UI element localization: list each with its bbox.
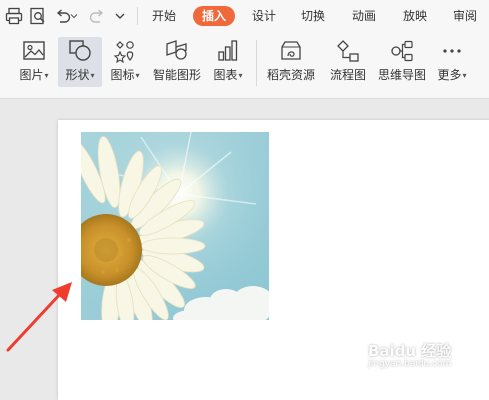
insert-flowchart-button[interactable]: 流程图: [326, 37, 370, 87]
more-button[interactable]: 更多▾: [433, 37, 471, 87]
picture-icon: [21, 39, 47, 63]
tab-home[interactable]: 开始: [145, 6, 183, 26]
tab-animations[interactable]: 动画: [345, 6, 383, 26]
chevron-down-icon: ▾: [238, 71, 243, 80]
smartart-label: 智能图形: [152, 68, 201, 82]
print-preview-icon[interactable]: [28, 6, 48, 26]
chevron-down-icon: ▾: [44, 71, 49, 80]
docer-resources-button[interactable]: 稻壳资源: [263, 37, 319, 87]
shapes-icon: [67, 39, 93, 63]
customize-quick-access-icon[interactable]: [112, 6, 128, 26]
ribbon-toolbar: 开始 插入 设计 切换 动画 放映 审阅 图片▾ 形状▾ 图标▾ 智能图形 图表…: [0, 0, 489, 99]
tab-transitions[interactable]: 切换: [294, 6, 332, 26]
icons-label: 图标: [110, 68, 135, 82]
chevron-down-icon: ▾: [90, 71, 95, 80]
tab-design[interactable]: 设计: [245, 6, 283, 26]
mindmap-label: 思维导图: [377, 68, 426, 82]
insert-mindmap-button[interactable]: 思维导图: [374, 37, 430, 87]
chevron-down-icon: ▾: [462, 71, 467, 80]
smartart-icon: [164, 39, 190, 63]
tab-review[interactable]: 审阅: [446, 6, 484, 26]
watermark-subtext: jingyan.baidu.com: [368, 359, 452, 369]
chart-icon: [215, 39, 241, 63]
chevron-down-icon: ▾: [135, 71, 140, 80]
shapes-label: 形状: [65, 68, 90, 82]
annotation-arrow-icon: [6, 282, 72, 352]
divider: [137, 7, 138, 25]
insert-smartart-button[interactable]: 智能图形: [149, 37, 205, 87]
print-icon[interactable]: [4, 6, 24, 26]
insert-picture-button[interactable]: 图片▾: [13, 37, 55, 87]
daisy-sky-image: [81, 132, 269, 320]
redo-icon[interactable]: [87, 6, 107, 26]
insert-shapes-button[interactable]: 形状▾: [58, 37, 102, 87]
inserted-photo[interactable]: [81, 132, 269, 320]
watermark-text: Baidu 经验: [368, 342, 452, 360]
mindmap-icon: [389, 39, 415, 63]
docer-resources-label: 稻壳资源: [266, 68, 315, 82]
tab-slideshow[interactable]: 放映: [396, 6, 434, 26]
flowchart-icon: [335, 39, 361, 63]
insert-chart-button[interactable]: 图表▾: [208, 37, 248, 87]
tab-insert[interactable]: 插入: [193, 6, 235, 26]
more-label: 更多: [437, 68, 462, 82]
flowchart-label: 流程图: [329, 68, 366, 82]
divider: [256, 40, 257, 86]
chart-label: 图表: [213, 68, 238, 82]
docer-resource-icon: [278, 39, 304, 63]
more-icon: [439, 39, 465, 63]
picture-label: 图片: [19, 68, 44, 82]
insert-icons-button[interactable]: 图标▾: [105, 37, 145, 87]
undo-dropdown-icon[interactable]: [69, 6, 79, 26]
watermark: Baidu 经验 jingyan.baidu.com: [368, 340, 451, 369]
icons-icon: [112, 39, 138, 64]
